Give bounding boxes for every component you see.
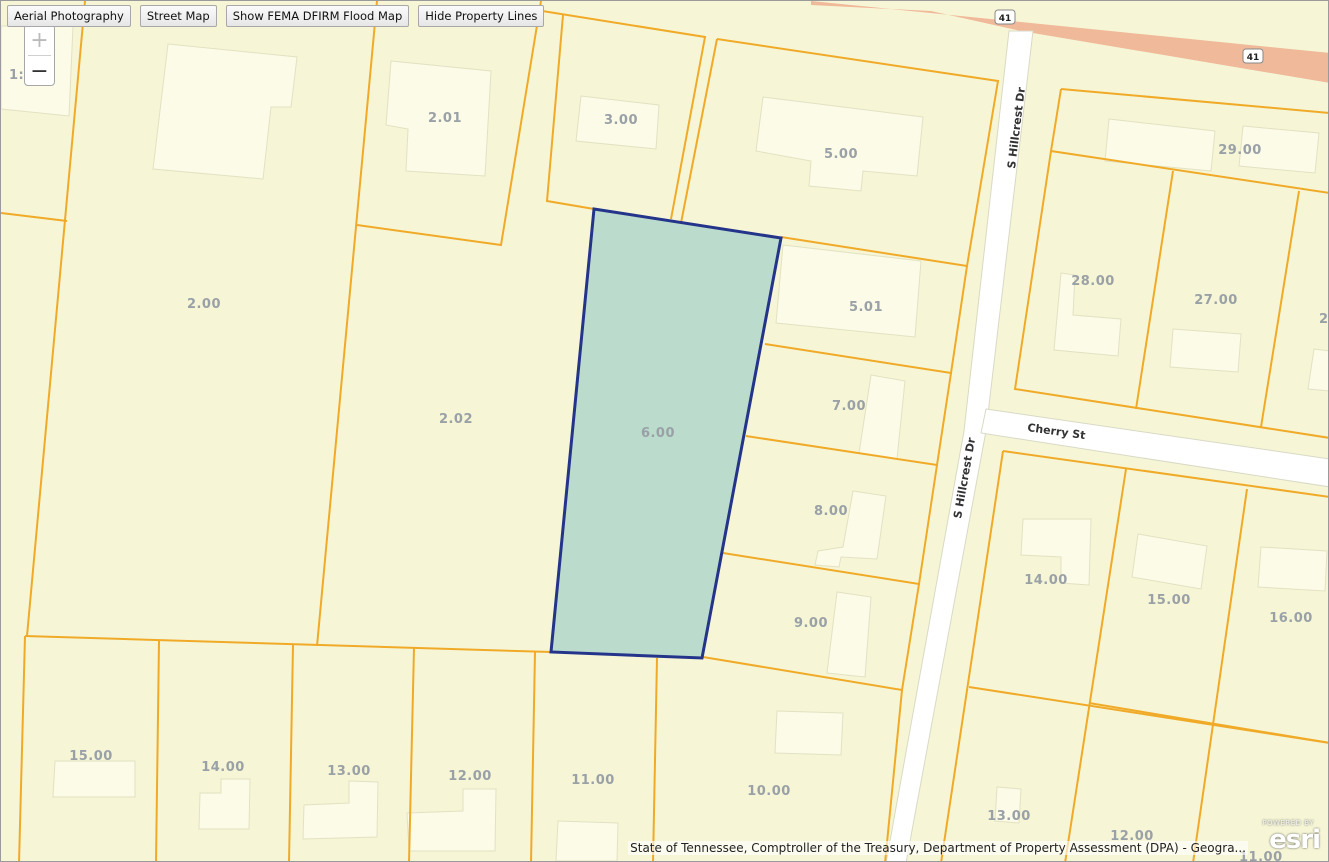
highway-shield-b: 41 <box>1242 48 1264 64</box>
building <box>1257 546 1328 592</box>
parcel-label: 13.00 <box>987 809 1031 824</box>
building <box>774 710 844 756</box>
map-canvas[interactable]: 41 41 S Hillcrest Dr S Hillcrest Dr Cher… <box>1 1 1329 862</box>
parcel-label: 14.00 <box>201 760 245 775</box>
parcel-label: 8.00 <box>814 504 848 519</box>
parcel-label: 2.02 <box>439 412 473 427</box>
highway-shield-a: 41 <box>994 9 1016 25</box>
building <box>52 760 136 798</box>
parcel-label: 13.00 <box>327 764 371 779</box>
parcel-label: 29.00 <box>1218 143 1262 158</box>
fema-flood-map-button[interactable]: Show FEMA DFIRM Flood Map <box>225 5 410 27</box>
parcel-label: 14.00 <box>1024 573 1068 588</box>
parcel-label: 15.00 <box>69 749 113 764</box>
map-attribution: State of Tennessee, Comptroller of the T… <box>628 841 1248 855</box>
parcel-label: 5.01 <box>849 300 883 315</box>
esri-logo[interactable]: POWERED BY esri <box>1256 819 1322 855</box>
parcel-label: 27.00 <box>1194 293 1238 308</box>
parcel-label: 5.00 <box>824 147 858 162</box>
zoom-control: + − <box>24 24 55 86</box>
parcel-label: 9.00 <box>794 616 828 631</box>
parcel-label: 11.00 <box>571 773 615 788</box>
parcel-label: 10.00 <box>747 784 791 799</box>
parcel-label: 7.00 <box>832 399 866 414</box>
building <box>1169 328 1242 373</box>
building <box>775 244 922 338</box>
zoom-out-button[interactable]: − <box>25 56 54 86</box>
parcel-label: 15.00 <box>1147 593 1191 608</box>
aerial-photography-button[interactable]: Aerial Photography <box>7 5 131 27</box>
parcel-label: 12.00 <box>448 769 492 784</box>
street-map-button[interactable]: Street Map <box>139 5 217 27</box>
map-toolbar: Aerial Photography Street Map Show FEMA … <box>7 5 545 27</box>
parcel-label: 2 <box>1319 312 1329 327</box>
parcel-label: 28.00 <box>1071 274 1115 289</box>
parcel-label: 1: <box>9 68 24 83</box>
svg-text:41: 41 <box>1247 53 1260 63</box>
hide-property-lines-button[interactable]: Hide Property Lines <box>418 5 545 27</box>
zoom-in-button[interactable]: + <box>25 25 54 55</box>
esri-wordmark: esri <box>1269 825 1321 855</box>
parcel-label: 16.00 <box>1269 611 1313 626</box>
map-view[interactable]: 41 41 S Hillcrest Dr S Hillcrest Dr Cher… <box>0 0 1329 862</box>
parcel-label: 2.01 <box>428 111 462 126</box>
parcel-label: 2.00 <box>187 297 221 312</box>
svg-text:41: 41 <box>999 14 1012 24</box>
building <box>555 820 619 861</box>
parcel-label-selected: 6.00 <box>641 426 675 441</box>
parcel-label: 3.00 <box>604 113 638 128</box>
